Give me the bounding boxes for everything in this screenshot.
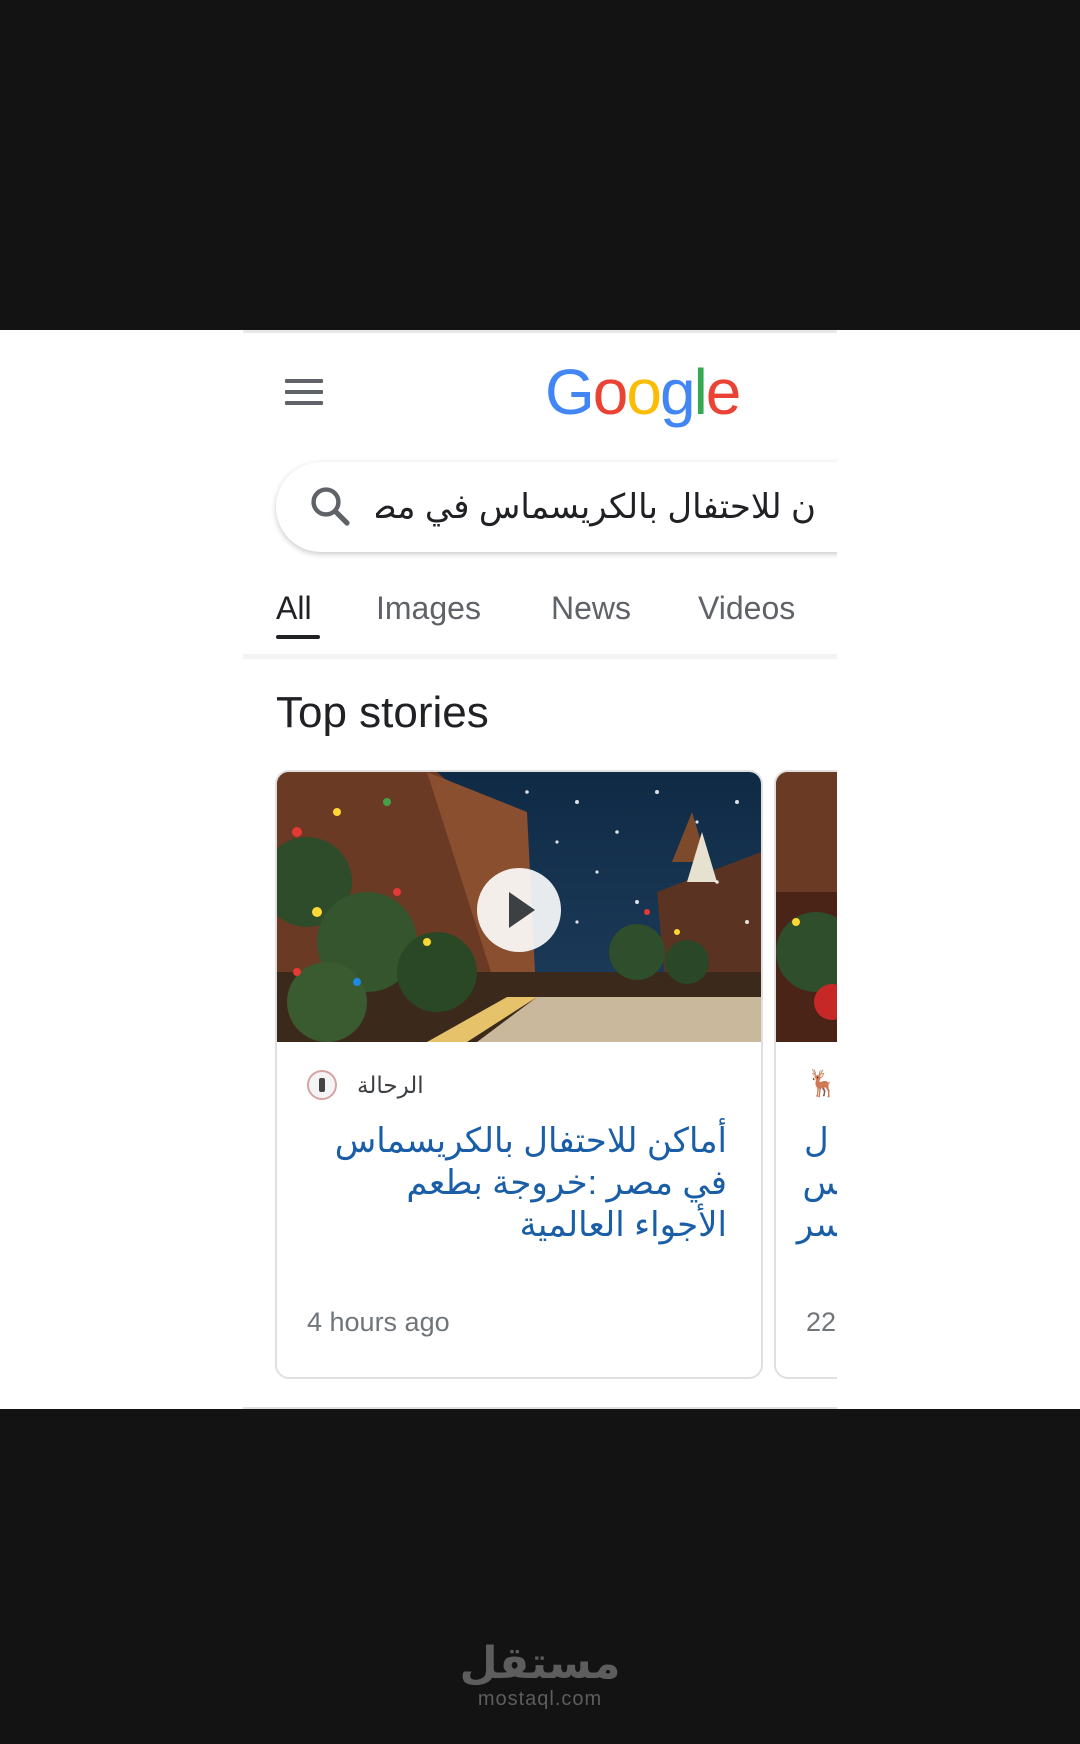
story-card-partial[interactable]: 🦌 لسسر 22 (774, 770, 837, 1379)
story-timestamp: 4 hours ago (307, 1307, 450, 1337)
tabs-divider (243, 654, 837, 659)
search-results-page: Google ن للاحتفال بالكريسماس في مصر All … (243, 330, 837, 1409)
play-video-icon[interactable] (477, 868, 561, 952)
logo-letter: e (705, 356, 742, 428)
search-input[interactable]: ن للاحتفال بالكريسماس في مصر (376, 482, 816, 532)
bottom-divider (243, 1407, 837, 1409)
logo-letter: o (592, 356, 629, 428)
tab-all[interactable]: All (276, 580, 312, 636)
search-icon[interactable] (306, 482, 354, 530)
tab-images[interactable]: Images (376, 580, 481, 636)
logo-letter: o (626, 356, 662, 428)
publisher-logo-icon (307, 1070, 337, 1100)
search-tabs: All Images News Videos (243, 580, 837, 652)
story-headline-partial[interactable]: لسسر (797, 1120, 837, 1246)
publisher-name: الرحالة (357, 1072, 424, 1098)
story-thumbnail[interactable] (776, 772, 837, 1042)
reindeer-logo-icon: 🦌 (806, 1068, 837, 1098)
active-tab-indicator (276, 635, 320, 639)
logo-letter: l (693, 356, 708, 428)
story-headline[interactable]: أماكن للاحتفال بالكريسماس في مصر :خروجة … (307, 1120, 727, 1246)
story-timestamp: 22 (806, 1307, 837, 1337)
letterbox-top (0, 0, 1080, 330)
tab-news[interactable]: News (551, 580, 631, 636)
story-card[interactable]: الرحالة أماكن للاحتفال بالكريسماس في مصر… (275, 770, 763, 1379)
hamburger-menu-icon[interactable] (285, 372, 325, 412)
watermark-arabic: مستقل (459, 1639, 621, 1688)
tab-videos[interactable]: Videos (698, 580, 795, 636)
screenshot-panel: Google ن للاحتفال بالكريسماس في مصر All … (0, 330, 1080, 1409)
section-title: Top stories (276, 688, 489, 737)
google-logo[interactable]: Google (545, 356, 742, 428)
search-box[interactable]: ن للاحتفال بالكريسماس في مصر (276, 462, 837, 552)
mostaql-watermark: مستقل mostaql.com (0, 1639, 1080, 1711)
logo-letter: g (659, 356, 696, 428)
logo-letter: G (545, 356, 595, 428)
watermark-latin: mostaql.com (477, 1688, 603, 1710)
story-source[interactable]: الرحالة (307, 1068, 427, 1104)
